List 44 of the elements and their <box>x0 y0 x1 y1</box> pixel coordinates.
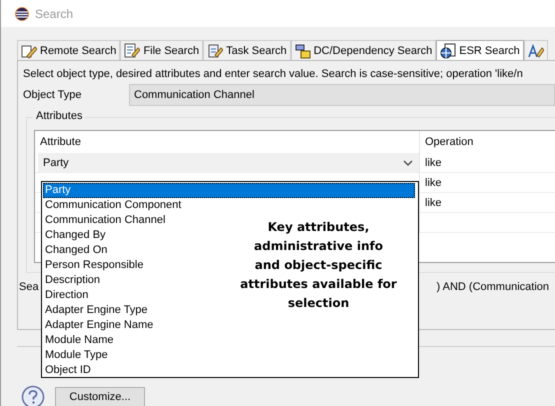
column-header: Operation <box>424 135 474 150</box>
dropdown-option[interactable]: Module Name <box>43 333 116 348</box>
table-row[interactable]: Party like <box>35 153 555 173</box>
table-cell-text: like <box>424 176 443 190</box>
dropdown-option[interactable]: Object ID <box>43 363 93 378</box>
tab[interactable]: Task Search <box>203 40 291 60</box>
document-icon <box>124 42 140 58</box>
object-type-label: Object Type <box>23 89 82 101</box>
tab[interactable]: DC/Dependency Search <box>290 40 436 60</box>
pencil-icon <box>21 42 37 58</box>
dropdown-option[interactable]: Party <box>43 183 415 198</box>
app-logo-icon <box>15 6 29 20</box>
group-title: Attributes <box>33 110 86 122</box>
dropdown-option[interactable]: Changed On <box>43 243 110 258</box>
table-cell-text: like <box>424 156 443 170</box>
attribute-dropdown[interactable]: Party <box>38 153 420 172</box>
search-summary-text: Sea <box>19 281 39 293</box>
object-type-field[interactable]: Communication Channel <box>129 84 555 106</box>
dropdown-option[interactable]: Adapter Engine Type <box>43 303 150 318</box>
tab[interactable]: ESR Search <box>436 40 524 60</box>
tab[interactable]: Remote Search <box>17 40 120 60</box>
annotation-text: Key attributes, administrative info and object-specific attributes available for selection <box>240 219 397 312</box>
dropdown-list[interactable] <box>41 181 419 378</box>
instruction-text: Select object type, desired attributes and enter search value. Search is case-sensitive; operation 'like/n <box>23 67 524 82</box>
text-style-icon <box>528 42 544 58</box>
tab[interactable]: File Search <box>120 40 204 60</box>
table-cell-text: like <box>424 196 443 210</box>
dropdown-option[interactable]: Person Responsible <box>43 258 146 273</box>
tab[interactable] <box>524 40 548 60</box>
dropdown-option[interactable]: Direction <box>43 288 90 303</box>
window-title: Search <box>35 6 74 20</box>
customize-button[interactable]: Customize... <box>55 387 145 406</box>
dropdown-option[interactable]: Communication Channel <box>43 213 168 228</box>
globe-icon <box>440 42 456 58</box>
chevron-down-icon <box>403 160 413 166</box>
dropdown-option[interactable]: Description <box>43 273 102 288</box>
help-icon <box>21 385 45 406</box>
components-icon <box>294 42 311 58</box>
dropdown-option[interactable]: Communication Component <box>43 198 184 213</box>
clipboard-icon <box>207 42 224 58</box>
dropdown-option[interactable]: Module Type <box>43 348 110 363</box>
search-summary-text: ) AND (Communication <box>436 281 549 293</box>
dropdown-option[interactable]: Changed By <box>43 228 108 243</box>
dropdown-option[interactable]: Adapter Engine Name <box>43 318 156 333</box>
